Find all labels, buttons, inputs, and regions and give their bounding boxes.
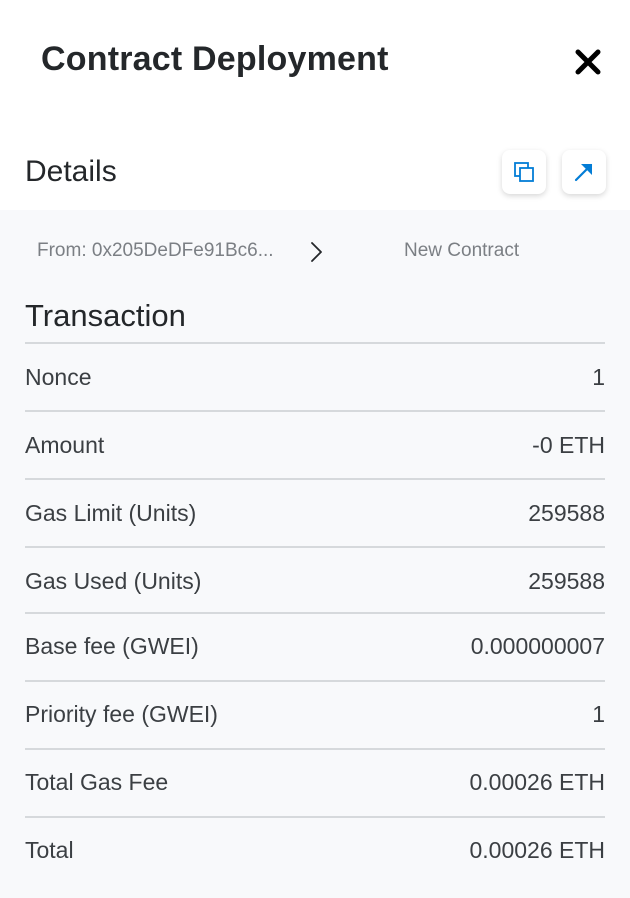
tx-row-gas-limit: Gas Limit (Units) 259588 [25, 479, 605, 547]
tx-row-total: Total 0.00026 ETH [25, 816, 605, 884]
details-panel: From: 0x205DeDFe91Bc6... New Contract Tr… [0, 210, 630, 898]
row-label: Amount [25, 431, 105, 458]
sender-recipient: From: 0x205DeDFe91Bc6... New Contract [0, 210, 630, 290]
row-label: Total [25, 836, 74, 863]
tx-row-base-fee: Base fee (GWEI) 0.000000007 [25, 612, 605, 680]
tx-row-nonce: Nonce 1 [25, 343, 605, 411]
row-label: Gas Limit (Units) [25, 499, 197, 526]
copy-icon [514, 162, 534, 182]
row-label: Nonce [25, 363, 92, 390]
row-value: 1 [592, 363, 605, 390]
tx-row-priority-fee: Priority fee (GWEI) 1 [25, 680, 605, 748]
row-value: 0.00026 ETH [469, 836, 605, 863]
transaction-section-title: Transaction [25, 298, 186, 333]
row-value: 0.000000007 [470, 632, 605, 659]
copy-tx-id-button[interactable] [502, 150, 546, 194]
to-address: New Contract [404, 240, 520, 261]
tx-row-amount: Amount -0 ETH [25, 411, 605, 479]
external-link-icon [574, 163, 593, 182]
row-value: -0 ETH [532, 431, 605, 458]
tx-row-total-gas-fee: Total Gas Fee 0.00026 ETH [25, 748, 605, 816]
modal-header: Contract Deployment [0, 0, 630, 130]
tx-row-gas-used: Gas Used (Units) 259588 [25, 547, 605, 615]
row-value: 1 [592, 700, 605, 727]
view-on-explorer-button[interactable] [562, 150, 606, 194]
details-title: Details [25, 155, 117, 188]
row-label: Total Gas Fee [25, 768, 169, 795]
close-icon [575, 49, 601, 75]
row-label: Priority fee (GWEI) [25, 700, 218, 727]
row-label: Base fee (GWEI) [25, 632, 199, 659]
row-value: 0.00026 ETH [469, 768, 605, 795]
row-value: 259588 [528, 567, 605, 594]
close-button[interactable] [568, 42, 608, 82]
page-title: Contract Deployment [41, 40, 389, 78]
chevron-right-icon [311, 242, 322, 262]
row-label: Gas Used (Units) [25, 567, 202, 594]
from-address[interactable]: From: 0x205DeDFe91Bc6... [37, 240, 274, 262]
row-value: 259588 [528, 499, 605, 526]
details-header: Details [0, 130, 630, 210]
